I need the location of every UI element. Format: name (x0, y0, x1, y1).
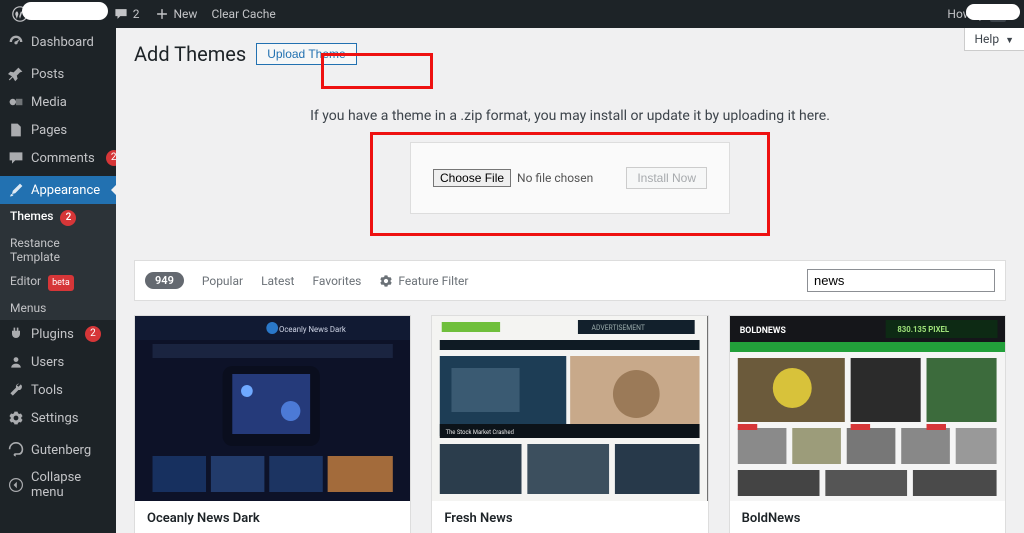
sidebar-item-posts[interactable]: Posts (0, 60, 116, 88)
theme-thumbnail: ADVERTISEMENT The Stock Market Crashed (432, 316, 707, 501)
sidebar-item-users[interactable]: Users (0, 348, 116, 376)
collapse-icon (8, 477, 24, 493)
sidebar-label: Comments (31, 151, 95, 166)
sub-label: Editor (10, 274, 41, 288)
page-icon (8, 122, 24, 138)
upload-theme-button[interactable]: Upload Theme (256, 43, 357, 65)
sidebar-label: Tools (31, 383, 63, 398)
install-now-button[interactable]: Install Now (626, 167, 707, 189)
svg-text:ADVERTISEMENT: ADVERTISEMENT (592, 324, 645, 332)
sidebar-label: Appearance (31, 183, 100, 198)
sidebar-item-settings[interactable]: Settings (0, 404, 116, 432)
svg-text:830.135 PIXEL: 830.135 PIXEL (897, 325, 949, 334)
sub-item-themes[interactable]: Themes 2 (0, 204, 116, 231)
sidebar-item-media[interactable]: Media (0, 88, 116, 116)
sidebar-label: Pages (31, 123, 67, 138)
theme-card[interactable]: Oceanly News Dark Oceanly News Dark (134, 315, 411, 533)
sidebar-label: Settings (31, 411, 78, 426)
svg-text:Oceanly News Dark: Oceanly News Dark (279, 325, 346, 334)
search-themes-input[interactable] (807, 269, 995, 292)
sub-label: Themes (10, 209, 53, 223)
theme-name-label: Fresh News (432, 501, 707, 533)
filter-latest[interactable]: Latest (261, 274, 294, 288)
help-label: Help (975, 32, 1000, 46)
feature-filter-button[interactable]: Feature Filter (379, 274, 468, 288)
sidebar-label: Dashboard (31, 35, 94, 50)
theme-card[interactable]: BOLDNEWS 830.135 PIXEL (729, 315, 1006, 533)
filter-popular[interactable]: Popular (202, 274, 243, 288)
upload-panel: Choose File No file chosen Install Now (410, 142, 730, 214)
media-icon (8, 94, 24, 110)
sidebar-label: Plugins (31, 327, 74, 342)
gear-icon (379, 274, 393, 288)
sidebar-item-appearance[interactable]: Appearance (0, 176, 116, 204)
brush-icon (8, 182, 24, 198)
sub-item-menus[interactable]: Menus (0, 296, 116, 320)
admin-toolbar: 4 2 New Clear Cache Howdy, (0, 0, 1024, 28)
themes-badge: 2 (60, 210, 76, 226)
plugin-icon (8, 326, 24, 342)
sub-item-restance[interactable]: Restance Template (0, 231, 116, 269)
sidebar-label: Posts (31, 67, 64, 82)
new-button[interactable]: New (148, 0, 204, 28)
clear-cache-button[interactable]: Clear Cache (205, 0, 281, 28)
sub-label: Menus (10, 301, 46, 315)
chevron-down-icon: ▼ (1005, 36, 1014, 46)
comment-icon (8, 150, 24, 166)
sidebar-label: Users (31, 355, 64, 370)
comments-count: 2 (133, 7, 140, 21)
theme-card[interactable]: ADVERTISEMENT The Stock Market Crashed F… (431, 315, 708, 533)
new-label: New (174, 7, 198, 21)
dashboard-icon (8, 34, 24, 50)
choose-file-button[interactable]: Choose File (433, 169, 511, 187)
sidebar-item-pages[interactable]: Pages (0, 116, 116, 144)
help-button[interactable]: Help ▼ (964, 28, 1024, 51)
sidebar-label: Gutenberg (31, 443, 91, 458)
pin-icon (8, 66, 24, 82)
comment-icon (113, 6, 129, 22)
sidebar-label: Media (31, 95, 67, 110)
themes-grid: Oceanly News Dark Oceanly News Dark (134, 315, 1006, 533)
theme-count: 949 (145, 272, 184, 289)
theme-thumbnail: Oceanly News Dark (135, 316, 410, 501)
sidebar-item-comments[interactable]: Comments 2 (0, 144, 116, 172)
gutenberg-icon (8, 442, 24, 458)
svg-text:The Stock Market Crashed: The Stock Market Crashed (446, 430, 514, 436)
redacted-mask-2 (966, 4, 1020, 20)
sidebar-item-plugins[interactable]: Plugins 2 (0, 320, 116, 348)
sidebar-item-dashboard[interactable]: Dashboard (0, 28, 116, 56)
sidebar-item-tools[interactable]: Tools (0, 376, 116, 404)
upload-instruction-text: If you have a theme in a .zip format, yo… (134, 108, 1006, 124)
feature-filter-label: Feature Filter (398, 274, 468, 288)
sub-item-editor[interactable]: Editor beta (0, 269, 116, 296)
appearance-submenu: Themes 2 Restance Template Editor beta M… (0, 204, 116, 320)
plus-icon (154, 6, 170, 22)
editor-beta-badge: beta (48, 275, 74, 291)
comments-button[interactable]: 2 (107, 0, 146, 28)
no-file-text: No file chosen (517, 171, 593, 185)
sub-label: Restance Template (10, 236, 60, 264)
comments-badge: 2 (106, 150, 116, 166)
theme-name-label: Oceanly News Dark (135, 501, 410, 533)
clear-cache-label: Clear Cache (211, 7, 275, 21)
svg-text:BOLDNEWS: BOLDNEWS (739, 326, 786, 336)
sidebar-label: Collapse menu (31, 470, 108, 500)
theme-filter-bar: 949 Popular Latest Favorites Feature Fil… (134, 260, 1006, 301)
users-icon (8, 354, 24, 370)
tools-icon (8, 382, 24, 398)
redacted-mask (22, 2, 108, 20)
page-title: Add Themes (134, 42, 246, 66)
theme-name-label: BoldNews (730, 501, 1005, 533)
theme-thumbnail: BOLDNEWS 830.135 PIXEL (730, 316, 1005, 501)
settings-icon (8, 410, 24, 426)
plugins-badge: 2 (85, 326, 101, 342)
sidebar-item-gutenberg[interactable]: Gutenberg (0, 436, 116, 464)
content-area: Help ▼ Add Themes Upload Theme If you ha… (116, 28, 1024, 533)
filter-favorites[interactable]: Favorites (312, 274, 361, 288)
admin-sidebar: Dashboard Posts Media Pages Comments 2 (0, 28, 116, 533)
sidebar-item-collapse[interactable]: Collapse menu (0, 464, 116, 506)
